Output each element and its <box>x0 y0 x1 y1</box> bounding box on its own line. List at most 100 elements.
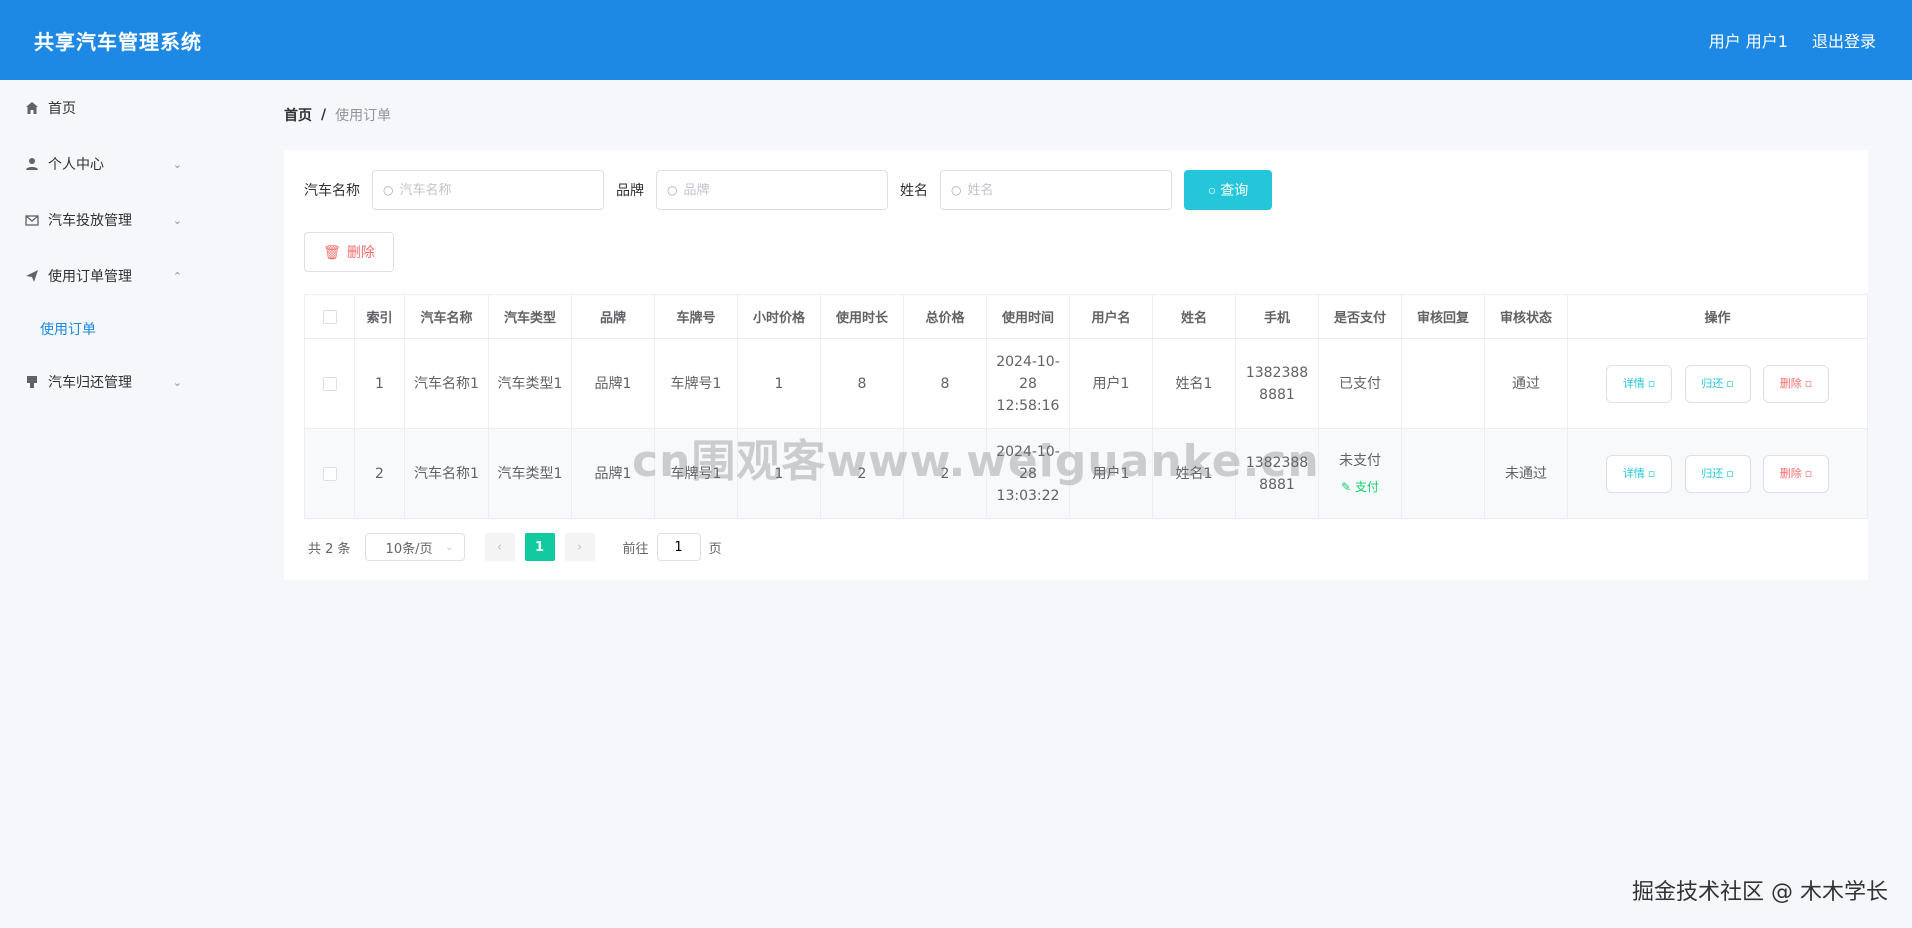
cell-status: 通过 <box>1484 338 1568 429</box>
column-header: 姓名 <box>1152 294 1236 339</box>
brand-input-wrap: ○ <box>656 170 888 210</box>
cell-total: 2 <box>903 428 987 519</box>
column-header: 审核状态 <box>1484 294 1568 339</box>
search-icon: ○ <box>383 183 394 197</box>
select-all-cell[interactable] <box>304 294 355 339</box>
cell-brand: 品牌1 <box>571 338 655 429</box>
sidebar-item-label: 首页 <box>48 101 76 117</box>
signature: 掘金技术社区 @ 木木学长 <box>1632 880 1888 905</box>
column-header: 是否支付 <box>1318 294 1402 339</box>
prev-page-button[interactable]: ‹ <box>484 533 515 561</box>
row-checkbox[interactable] <box>322 466 337 481</box>
document-icon: ▫ <box>1726 376 1734 390</box>
cell-car-name: 汽车名称1 <box>404 428 489 519</box>
chevron-down-icon: ⌄ <box>172 375 182 389</box>
pagination: 共 2 条 10条/页 ⌄ ‹ 1 › 前往 页 <box>304 533 1848 561</box>
sidebar-item-car-return[interactable]: 汽车归还管理 ⌄ <box>0 354 260 410</box>
breadcrumb-home[interactable]: 首页 <box>284 105 312 125</box>
cell-total: 8 <box>903 338 987 429</box>
table-row: 2 汽车名称1 汽车类型1 品牌1 车牌号1 1 2 2 2024-10-28 … <box>304 428 1868 519</box>
cell-reply <box>1401 338 1485 429</box>
sidebar-item-home[interactable]: 首页 <box>0 80 260 136</box>
delete-row-button[interactable]: 删除 ▫ <box>1762 454 1829 493</box>
return-button[interactable]: 归还 ▫ <box>1684 364 1751 403</box>
delete-row-button-label: 删除 <box>1779 466 1802 480</box>
sidebar-item-order-manage[interactable]: 使用订单管理 ⌃ <box>0 248 260 304</box>
column-header: 小时价格 <box>737 294 821 339</box>
goto-page: 前往 页 <box>623 533 722 561</box>
trash-icon: ▫ <box>1804 466 1813 480</box>
column-header: 使用时长 <box>820 294 904 339</box>
delete-row-button-label: 删除 <box>1779 376 1802 390</box>
cell-paid: 未支付 ✎ 支付 <box>1318 428 1402 519</box>
sidebar-item-label: 汽车投放管理 <box>48 213 132 229</box>
cell-hourly: 1 <box>737 338 821 429</box>
sidebar-item-personal[interactable]: 个人中心 ⌄ <box>0 136 260 192</box>
column-header: 操作 <box>1567 294 1868 339</box>
logout-button[interactable]: 退出登录 <box>1812 28 1876 52</box>
brand-input[interactable] <box>683 182 877 198</box>
cell-plate: 车牌号1 <box>654 428 738 519</box>
return-button[interactable]: 归还 ▫ <box>1684 454 1751 493</box>
document-icon: ▫ <box>1647 376 1656 390</box>
app-title: 共享汽车管理系统 <box>34 29 202 54</box>
column-header: 手机 <box>1235 294 1319 339</box>
trash-icon: 🗑 <box>323 243 341 260</box>
page-size-select[interactable]: 10条/页 ⌄ <box>364 533 465 561</box>
pagination-total: 共 2 条 <box>308 541 351 557</box>
cell-plate: 车牌号1 <box>654 338 738 429</box>
sidebar-subitem-orders[interactable]: 使用订单 <box>0 304 260 354</box>
pay-link-label: 支付 <box>1354 479 1379 494</box>
edit-icon: ✎ <box>1341 479 1355 494</box>
column-header: 审核回复 <box>1401 294 1485 339</box>
row-checkbox[interactable] <box>322 376 337 391</box>
page-number-active[interactable]: 1 <box>524 533 555 561</box>
car-name-label: 汽车名称 <box>304 183 360 199</box>
sidebar-item-car-deploy[interactable]: 汽车投放管理 ⌄ <box>0 192 260 248</box>
mail-icon <box>24 212 40 228</box>
table-row: 1 汽车名称1 汽车类型1 品牌1 车牌号1 1 8 8 2024-10-28 … <box>304 338 1868 429</box>
chevron-left-icon: ‹ <box>496 539 503 555</box>
query-button[interactable]: ○ 查询 <box>1184 170 1272 210</box>
goto-page-input[interactable] <box>656 533 701 561</box>
row-select-cell[interactable] <box>304 428 355 519</box>
cell-paid: 已支付 <box>1318 338 1402 429</box>
breadcrumb-separator: / <box>321 107 327 123</box>
name-input[interactable] <box>967 182 1161 198</box>
select-all-checkbox[interactable] <box>322 309 337 324</box>
detail-button[interactable]: 详情 ▫ <box>1606 454 1673 493</box>
goto-suffix: 页 <box>708 541 722 557</box>
sidebar: 首页 个人中心 ⌄ 汽车投放管理 ⌄ 使用订单管理 ⌃ 使用订单 汽车归还管理 … <box>0 80 260 928</box>
detail-button-label: 详情 <box>1622 376 1645 390</box>
chevron-down-icon: ⌄ <box>172 157 182 171</box>
cell-time: 2024-10-28 13:03:22 <box>986 428 1070 519</box>
paid-status: 已支付 <box>1339 375 1381 392</box>
cell-actions: 详情 ▫ 归还 ▫ 删除 ▫ <box>1567 428 1868 519</box>
chevron-up-icon: ⌃ <box>172 269 182 283</box>
chevron-down-icon: ⌄ <box>172 213 182 227</box>
row-select-cell[interactable] <box>304 338 355 429</box>
car-name-input[interactable] <box>399 182 593 198</box>
table-header-row: 索引 汽车名称 汽车类型 品牌 车牌号 小时价格 使用时长 总价格 使用时间 用… <box>304 294 1868 339</box>
cell-username: 用户1 <box>1069 428 1153 519</box>
sidebar-item-label: 个人中心 <box>48 157 104 173</box>
cell-index: 2 <box>354 428 405 519</box>
breadcrumb-current: 使用订单 <box>335 108 392 124</box>
column-header: 用户名 <box>1069 294 1153 339</box>
cell-reply <box>1401 428 1485 519</box>
cell-index: 1 <box>354 338 405 429</box>
delete-row-button[interactable]: 删除 ▫ <box>1762 364 1829 403</box>
pay-link[interactable]: ✎ 支付 <box>1325 476 1395 498</box>
next-page-button[interactable]: › <box>564 533 595 561</box>
cell-phone: 13823888881 <box>1235 338 1319 429</box>
search-icon: ○ <box>667 183 678 197</box>
column-header: 品牌 <box>571 294 655 339</box>
detail-button[interactable]: 详情 ▫ <box>1606 364 1673 403</box>
cell-car-name: 汽车名称1 <box>404 338 489 429</box>
car-name-input-wrap: ○ <box>372 170 604 210</box>
cell-actions: 详情 ▫ 归还 ▫ 删除 ▫ <box>1567 338 1868 429</box>
document-icon: ▫ <box>1726 466 1734 480</box>
delete-selected-button[interactable]: 🗑 删除 <box>304 232 394 272</box>
cell-name: 姓名1 <box>1152 338 1236 429</box>
trash-icon: ▫ <box>1804 376 1813 390</box>
